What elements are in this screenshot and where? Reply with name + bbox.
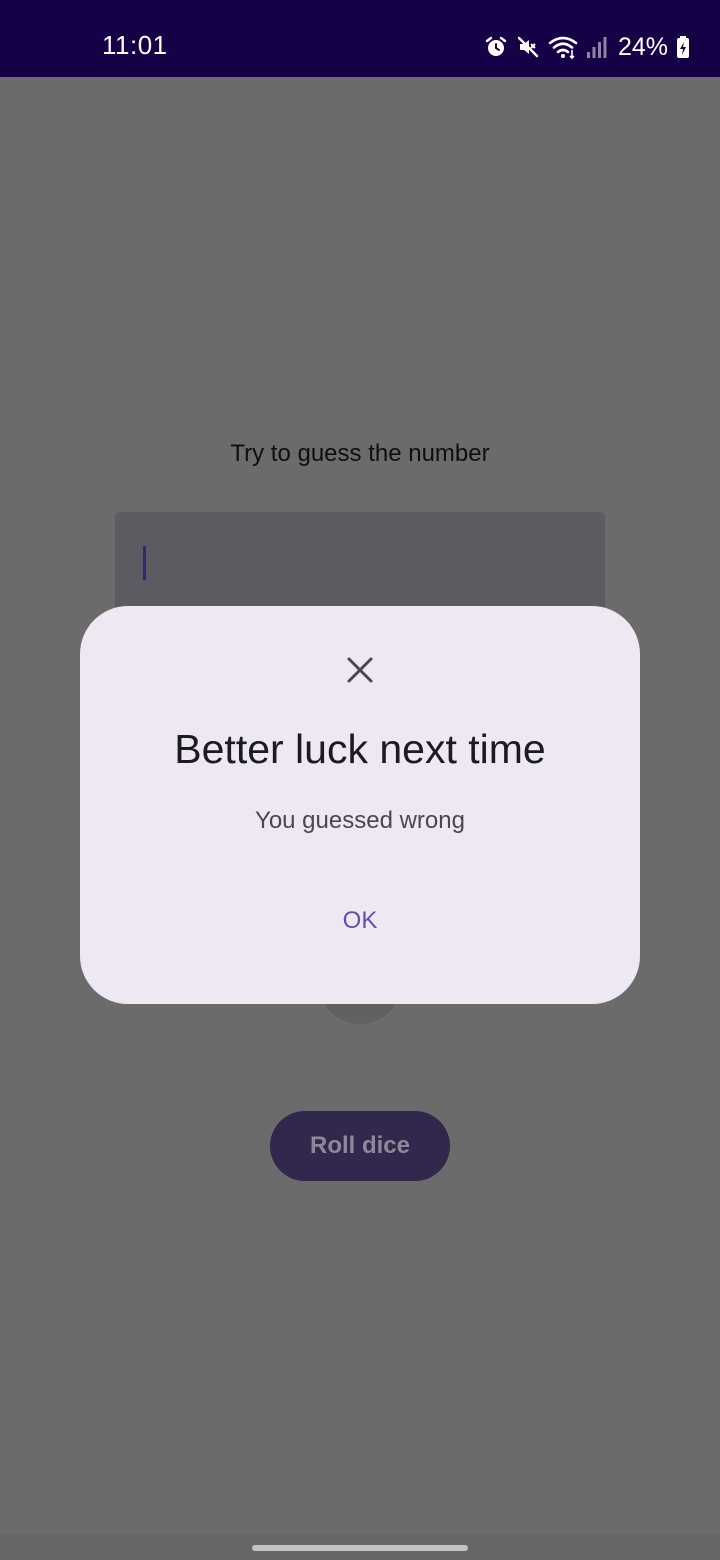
status-bar: 11:01 24% [0,0,720,77]
ok-button[interactable]: OK [320,898,400,944]
wifi-icon [548,35,578,59]
status-time: 11:01 [102,30,168,60]
dialog-title: Better luck next time [174,726,546,772]
dialog-message: You guessed wrong [255,807,465,834]
mute-icon [516,35,540,59]
guess-prompt: Try to guess the number [230,440,490,467]
result-dialog: Better luck next time You guessed wrong … [80,606,640,1004]
alarm-icon [484,35,508,59]
close-button[interactable] [344,654,376,686]
roll-dice-button[interactable]: Roll dice [270,1111,450,1181]
text-cursor [143,546,146,580]
close-icon [344,657,376,690]
battery-charging-icon [676,35,690,59]
battery-percent: 24% [617,32,668,61]
home-indicator[interactable] [252,1545,468,1551]
signal-icon [586,35,608,59]
status-icons: 24% [484,30,690,64]
navigation-bar [0,1535,720,1560]
